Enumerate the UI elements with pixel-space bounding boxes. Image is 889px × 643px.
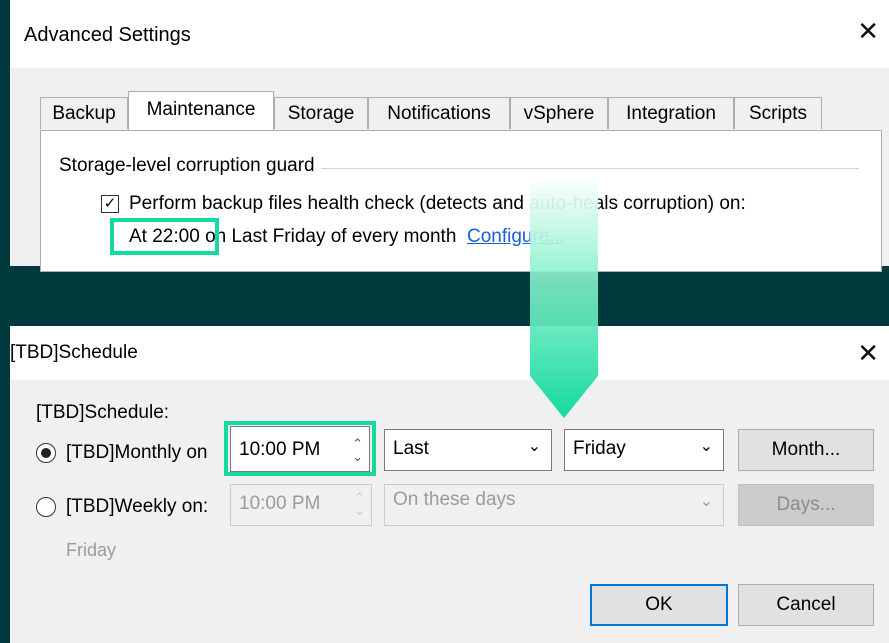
weekly-days-value: On these days bbox=[393, 489, 516, 510]
week-select-value: Last bbox=[393, 438, 429, 459]
radio-selected-dot bbox=[41, 448, 51, 458]
monthly-label: [TBD]Monthly on bbox=[66, 442, 208, 463]
spinner-icon[interactable]: ⌃ ⌄ bbox=[354, 491, 365, 517]
day-select[interactable]: Friday ⌄ bbox=[564, 429, 724, 471]
cancel-button[interactable]: Cancel bbox=[738, 584, 874, 626]
tab-notifications[interactable]: Notifications bbox=[368, 97, 510, 129]
arrow-down-icon bbox=[530, 176, 598, 418]
group-label: Storage-level corruption guard bbox=[59, 155, 321, 177]
weekly-time-input[interactable]: 10:00 PM ⌃ ⌄ bbox=[230, 484, 372, 526]
tab-vsphere[interactable]: vSphere bbox=[510, 97, 608, 129]
schedule-rest-text: on Last Friday of every month bbox=[205, 226, 457, 247]
month-button[interactable]: Month... bbox=[738, 429, 874, 471]
day-select-value: Friday bbox=[573, 438, 626, 459]
schedule-section-label: [TBD]Schedule: bbox=[36, 402, 170, 423]
time-highlight-box bbox=[110, 218, 219, 255]
tab-maintenance[interactable]: Maintenance bbox=[128, 91, 274, 130]
advanced-settings-titlebar: Advanced Settings ✕ bbox=[10, 0, 889, 68]
weekly-hint: Friday bbox=[66, 540, 117, 560]
tab-integration[interactable]: Integration bbox=[608, 97, 734, 129]
schedule-titlebar: [TBD]Schedule ✕ bbox=[10, 326, 889, 380]
tab-storage[interactable]: Storage bbox=[274, 97, 368, 129]
health-check-label: Perform backup files health check (detec… bbox=[129, 193, 746, 214]
ok-button[interactable]: OK bbox=[590, 584, 728, 626]
chevron-down-icon: ⌄ bbox=[699, 438, 713, 455]
advanced-settings-title: Advanced Settings bbox=[24, 24, 191, 46]
weekly-days-select[interactable]: On these days ⌄ bbox=[384, 484, 724, 526]
chevron-down-icon: ⌄ bbox=[699, 493, 713, 510]
chevron-down-icon: ⌄ bbox=[527, 438, 541, 455]
tab-scripts[interactable]: Scripts bbox=[734, 97, 822, 129]
weekly-label: [TBD]Weekly on: bbox=[66, 496, 209, 517]
weekly-time-value: 10:00 PM bbox=[239, 493, 321, 514]
tab-backup[interactable]: Backup bbox=[40, 97, 128, 129]
monthly-radio[interactable] bbox=[36, 443, 56, 463]
weekly-radio[interactable] bbox=[36, 497, 56, 517]
close-icon[interactable]: ✕ bbox=[857, 338, 879, 368]
week-select[interactable]: Last ⌄ bbox=[384, 429, 552, 471]
schedule-window: [TBD]Schedule ✕ [TBD]Schedule: [TBD]Mont… bbox=[10, 326, 889, 643]
days-button[interactable]: Days... bbox=[738, 484, 874, 526]
schedule-title: [TBD]Schedule bbox=[10, 342, 138, 363]
close-icon[interactable]: ✕ bbox=[857, 16, 879, 46]
health-check-checkbox[interactable]: ✓ bbox=[101, 195, 119, 213]
time-input-highlight-box bbox=[224, 421, 376, 476]
